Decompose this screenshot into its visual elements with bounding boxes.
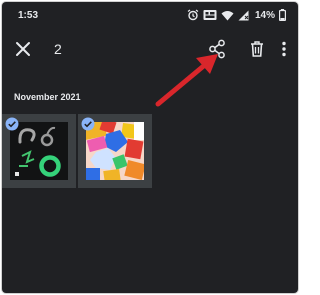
status-bar: 1:53 14% xyxy=(2,2,298,28)
status-time: 1:53 xyxy=(18,10,39,21)
check-icon xyxy=(81,117,95,131)
signal-icon xyxy=(238,10,249,21)
photo-thumbnail[interactable] xyxy=(2,114,76,188)
share-icon xyxy=(209,39,225,59)
check-icon xyxy=(5,117,19,131)
photo-thumbnail[interactable] xyxy=(78,114,152,188)
battery-icon xyxy=(279,9,286,21)
alarm-icon xyxy=(187,9,199,21)
wifi-icon xyxy=(221,10,234,21)
battery-text: 14% xyxy=(254,9,275,21)
close-icon xyxy=(16,42,30,56)
media-icon xyxy=(203,9,217,21)
delete-button[interactable] xyxy=(246,38,268,60)
trash-icon xyxy=(251,41,263,57)
selection-count: 2 xyxy=(54,41,62,57)
screen: 1:53 14% 2 November 2021 xyxy=(2,2,298,293)
more-options-button[interactable] xyxy=(276,38,292,60)
share-button[interactable] xyxy=(206,38,228,60)
more-vert-icon xyxy=(282,41,286,57)
status-icons: 14% xyxy=(187,8,286,22)
section-date-header: November 2021 xyxy=(14,92,81,102)
close-selection-button[interactable] xyxy=(12,38,34,60)
selection-toolbar: 2 xyxy=(2,32,298,66)
